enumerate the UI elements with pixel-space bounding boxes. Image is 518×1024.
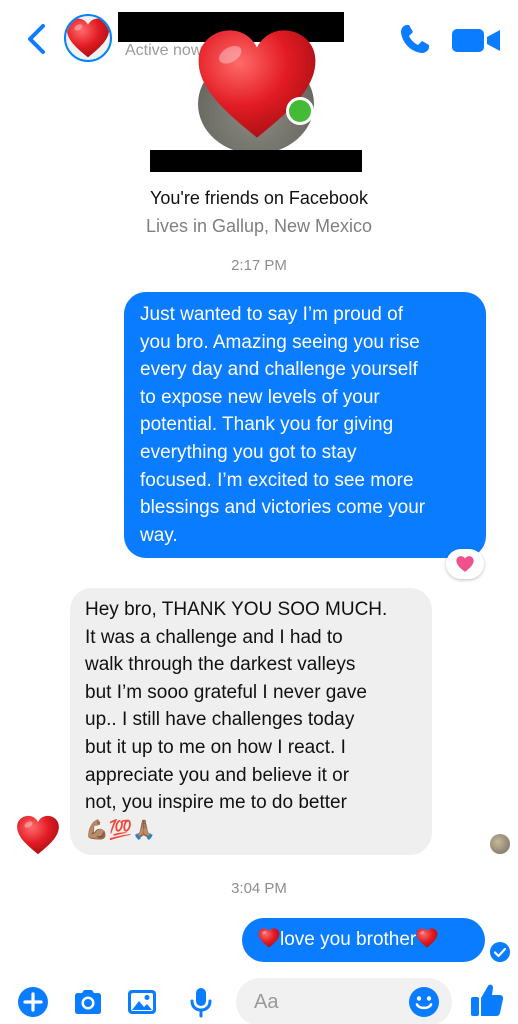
sender-avatar-heart-icon[interactable] [16,815,60,855]
back-button[interactable] [24,22,50,56]
message-line: you bro. Amazing seeing you rise [140,331,420,353]
video-camera-icon [452,29,500,52]
message-line: potential. Thank you for giving [140,414,394,436]
timestamp: 2:17 PM [231,257,287,274]
heart-eyes-reaction-icon [456,556,474,572]
message-composer [0,970,518,1024]
camera-icon[interactable] [72,986,104,1018]
heart-icon [66,16,110,60]
video-call-button[interactable] [450,24,504,56]
location-info: Lives in Gallup, New Mexico [145,216,373,236]
emoji-line: 💪🏽💯🙏🏽 [85,819,156,841]
message-line: It was a challenge and I had to [85,626,343,648]
message-line: up.. I still have challenges today [85,709,355,731]
call-button[interactable] [398,22,432,56]
outgoing-message[interactable]: love you brother [242,918,485,962]
message-text: love you brother [280,929,417,950]
thumbs-up-icon[interactable] [470,982,504,1018]
active-status: Active now [125,42,203,59]
message-line: to expose new levels of your [140,386,380,408]
friends-status: You're friends on Facebook [150,188,368,208]
heart-icon [416,928,438,948]
message-line: Just wanted to say I’m proud of [140,304,403,325]
message-line: focused. I’m excited to see more [140,469,414,491]
chevron-left-icon [28,24,45,54]
message-line: way. [140,524,178,546]
heart-icon [258,928,280,948]
microphone-icon[interactable] [185,986,217,1018]
message-line: Hey bro, THANK YOU SOO MUCH. [85,599,388,620]
online-indicator [286,97,314,125]
phone-icon [401,25,429,53]
incoming-message[interactable]: Hey bro, THANK YOU SOO MUCH. It was a ch… [70,588,432,855]
smiley-icon[interactable] [408,986,440,1018]
delivered-check-icon [490,942,510,962]
message-line: but it up to me on how I react. I [85,736,346,758]
message-line: every day and challenge yourself [140,359,418,381]
message-line: appreciate you and believe it or [85,764,350,786]
message-line: blessings and victories come your [140,497,426,519]
message-line: everything you got to stay [140,441,357,463]
message-line: not, you inspire me to do better [85,792,347,814]
message-line: walk through the darkest valleys [85,654,356,676]
profile-picture[interactable] [196,28,314,154]
message-line: but I’m sooo grateful I never gave [85,681,367,703]
outgoing-message[interactable]: Just wanted to say I’m proud of you bro.… [124,292,486,558]
read-receipt-avatar [490,834,510,854]
contact-avatar[interactable] [64,14,112,62]
message-reaction[interactable] [446,549,484,579]
redacted-profile-name [150,150,362,172]
timestamp: 3:04 PM [231,880,287,897]
plus-circle-icon[interactable] [17,986,49,1018]
image-icon[interactable] [126,986,158,1018]
